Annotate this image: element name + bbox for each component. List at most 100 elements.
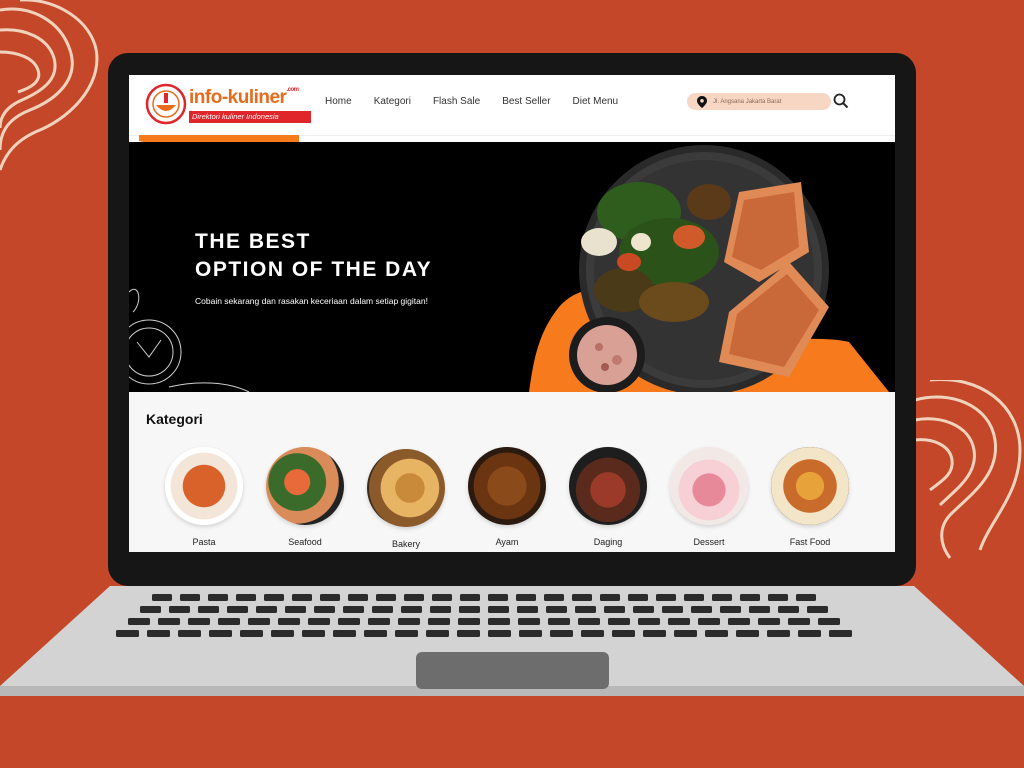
keyboard-key [550,630,573,637]
brand-tagline: Direktori kuliner Indonesia [189,111,311,123]
keyboard-key [796,594,816,601]
keyboard-key [684,594,704,601]
kategori-label: Dessert [693,537,725,547]
keyboard-key [333,630,356,637]
kategori-item-dessert[interactable]: Dessert [669,447,749,547]
swirl-decoration-left [0,0,99,171]
keyboard-key [674,630,697,637]
nav-flash-sale[interactable]: Flash Sale [433,96,480,107]
hero-banner: THE BEST OPTION OF THE DAY Cobain sekara… [129,142,895,392]
keyboard-key [460,594,480,601]
keyboard-key [720,606,741,613]
keyboard-key [240,630,263,637]
keyboard-key [368,618,390,625]
kategori-label: Daging [593,537,623,547]
keyboard-key [430,606,451,613]
keyboard-key [198,606,219,613]
keyboard-key [428,618,450,625]
hero-title: THE BEST OPTION OF THE DAY [195,230,433,281]
pasta-image [165,447,243,525]
keyboard-key [372,606,393,613]
keyboard-key [128,618,150,625]
keyboard-key [302,630,325,637]
keyboard-key [643,630,666,637]
keyboard-key [256,606,277,613]
search-icon[interactable] [833,93,849,109]
keyboard-key [152,594,172,601]
kategori-item-pasta[interactable]: Pasta [164,447,244,547]
keyboard-key [457,630,480,637]
keyboard-key [314,606,335,613]
kategori-item-ayam[interactable]: Ayam [467,447,547,547]
keyboard-key [581,630,604,637]
keyboard-key [488,630,511,637]
keyboard-key [575,606,596,613]
nav-home[interactable]: Home [325,96,352,107]
keyboard-key [169,606,190,613]
keyboard-key [458,618,480,625]
keyboard-key [628,594,648,601]
keyboard-key [778,606,799,613]
nav-kategori[interactable]: Kategori [374,96,411,107]
keyboard-key [338,618,360,625]
keyboard-key [364,630,387,637]
keyboard-key [740,594,760,601]
keyboard-key [140,606,161,613]
nav-best-seller[interactable]: Best Seller [502,96,550,107]
keyboard-key [227,606,248,613]
keyboard-key [768,594,788,601]
kategori-section: Kategori Pasta Seafood Bakery Ayam Dagin… [129,392,895,552]
main-menu: Home Kategori Flash Sale Best Seller Die… [325,96,618,107]
location-input[interactable]: Jl. Angsana Jakarta Barat [687,93,831,110]
kategori-label: Seafood [288,537,322,547]
keyboard-key [656,594,676,601]
swirl-decoration-right [914,380,1022,559]
keyboard-key [600,594,620,601]
keyboard-key [459,606,480,613]
keyboard-key [705,630,728,637]
keyboard-key [546,606,567,613]
keyboard-key [398,618,420,625]
keyboard-key [264,594,284,601]
keyboard-key [728,618,750,625]
brand-logo[interactable]: info-kuliner.com Direktori kuliner Indon… [145,81,311,125]
keyboard-key [807,606,828,613]
keyboard-key [432,594,452,601]
keyboard-key [662,606,683,613]
kategori-label: Pasta [192,537,216,547]
keyboard-key [158,618,180,625]
keyboard-key [519,630,542,637]
brand-plate-icon [145,83,187,125]
keyboard-key [517,606,538,613]
kategori-item-fast-food[interactable]: Fast Food [770,447,850,547]
keyboard-key [712,594,732,601]
keyboard-key [147,630,170,637]
keyboard-key [236,594,256,601]
kategori-title: Kategori [146,411,203,427]
kategori-item-daging[interactable]: Daging [568,447,648,547]
hero-subtitle: Cobain sekarang dan rasakan keceriaan da… [195,296,428,306]
kategori-label: Bakery [391,539,420,549]
keyboard-key [638,618,660,625]
keyboard-key [278,618,300,625]
kategori-item-seafood[interactable]: Seafood [265,447,345,547]
kategori-label: Fast Food [789,537,831,547]
keyboard-key [612,630,635,637]
keyboard-key [271,630,294,637]
keyboard-key [572,594,592,601]
laptop-trackpad [416,652,609,689]
keyboard-key [248,618,270,625]
kategori-item-bakery[interactable]: Bakery [366,449,446,549]
keyboard-key [488,618,510,625]
keyboard-key [633,606,654,613]
keyboard-key [488,594,508,601]
brand-name: info-kuliner.com [189,87,299,108]
location-value: Jl. Angsana Jakarta Barat [713,98,782,105]
seafood-image [266,447,344,525]
keyboard-key [320,594,340,601]
keyboard-key [218,618,240,625]
location-pin-icon [697,95,707,108]
nav-diet-menu[interactable]: Diet Menu [573,96,619,107]
browser-screen: info-kuliner.com Direktori kuliner Indon… [129,75,895,552]
keyboard-key [426,630,449,637]
